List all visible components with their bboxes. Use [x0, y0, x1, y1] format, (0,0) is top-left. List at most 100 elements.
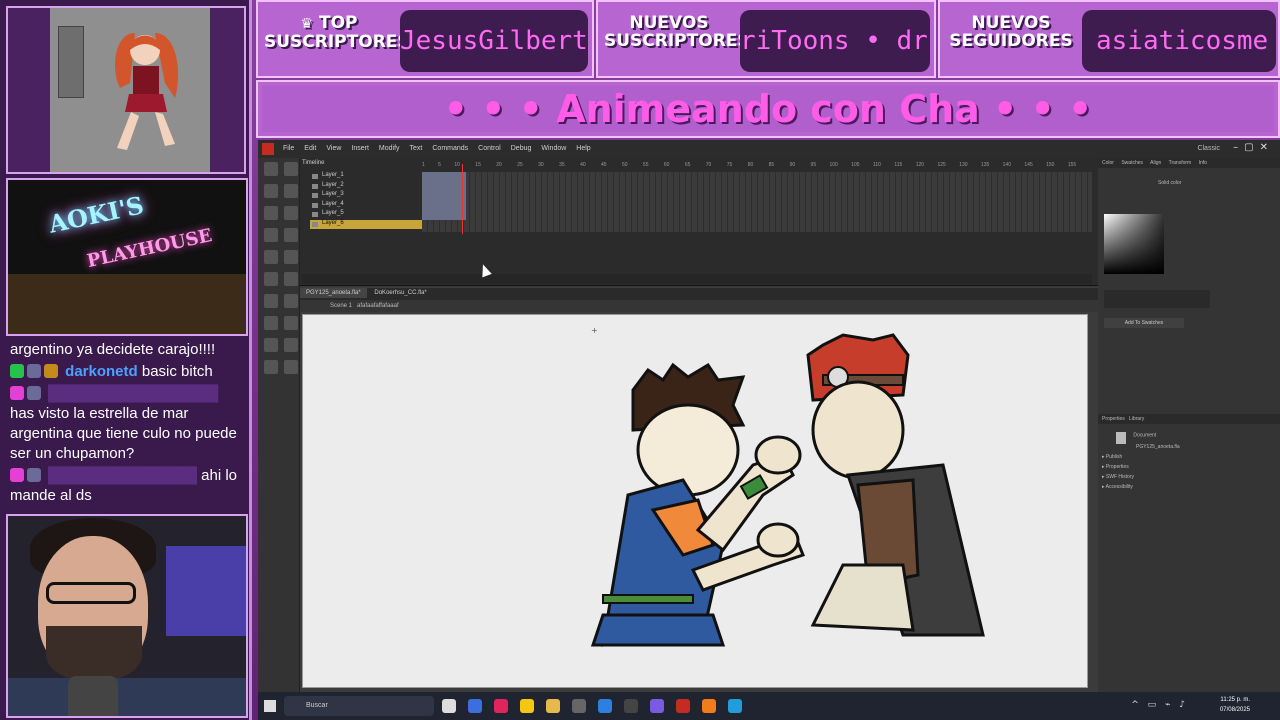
hand-tool-icon[interactable]: [264, 338, 278, 352]
app-icon[interactable]: [572, 699, 586, 713]
menu-view[interactable]: View: [321, 140, 346, 152]
timeline-controls[interactable]: [302, 274, 1092, 284]
bone-tool-icon[interactable]: [264, 294, 278, 308]
color-picker-field[interactable]: [1104, 214, 1164, 274]
taskbar-search[interactable]: Buscar: [284, 696, 434, 716]
lasso-tool-icon[interactable]: [264, 206, 278, 220]
ruler-tick: 30: [538, 162, 544, 168]
layer-row[interactable]: Layer_5: [310, 210, 422, 220]
section-properties[interactable]: ▸ Properties: [1098, 462, 1280, 472]
menu-edit[interactable]: Edit: [299, 140, 321, 152]
chat-username-hidden[interactable]: ████████████████: [48, 385, 219, 402]
section-swf-history[interactable]: ▸ SWF History: [1098, 472, 1280, 482]
rectangle-tool-icon[interactable]: [264, 250, 278, 264]
eraser-icon[interactable]: [284, 316, 298, 330]
add-to-swatches-button[interactable]: Add To Swatches: [1104, 318, 1184, 328]
keyframe-span[interactable]: [422, 172, 466, 220]
section-label: Properties: [1105, 464, 1129, 470]
app-icon[interactable]: [702, 699, 716, 713]
layer-row[interactable]: Layer_3: [310, 191, 422, 201]
gradient-tool-icon[interactable]: [284, 184, 298, 198]
menu-control[interactable]: Control: [473, 140, 506, 152]
tab-info[interactable]: Info: [1199, 160, 1207, 166]
menu-modify[interactable]: Modify: [374, 140, 405, 152]
ruler-tick: 40: [580, 162, 586, 168]
file-explorer-icon[interactable]: [546, 699, 560, 713]
document-tabs: PGY125_anoeta.fla* DoKoerhsu_CC.fla*: [300, 288, 1098, 300]
app-icon[interactable]: [598, 699, 612, 713]
workspace-selector[interactable]: Classic: [1197, 145, 1220, 152]
window-controls[interactable]: –▢✕: [1233, 142, 1274, 153]
edge-icon[interactable]: [728, 699, 742, 713]
ruler-tick: 110: [872, 162, 881, 168]
system-tray[interactable]: ^ ▭ ⌁ ♪: [1131, 700, 1188, 710]
tab-swatches[interactable]: Swatches: [1121, 160, 1143, 166]
line-tool-icon[interactable]: [284, 228, 298, 242]
ruler-tick: 130: [959, 162, 968, 168]
section-publish[interactable]: ▸ Publish: [1098, 452, 1280, 462]
stage-canvas[interactable]: +: [302, 314, 1088, 688]
chat-message: darkonetd basic bitch: [10, 362, 244, 382]
menu-debug[interactable]: Debug: [506, 140, 537, 152]
tab-library[interactable]: Library: [1129, 416, 1144, 422]
chat-username[interactable]: darkonetd: [65, 363, 138, 380]
layer-row[interactable]: Layer_4: [310, 201, 422, 211]
stroke-color-icon[interactable]: [264, 360, 278, 374]
fill-color-icon[interactable]: [284, 360, 298, 374]
color-type-select[interactable]: Solid color: [1158, 180, 1181, 186]
neon-sign-line1: AOKI'S: [46, 190, 147, 239]
layer-icon: [312, 193, 318, 198]
doc-tab[interactable]: DoKoerhsu_CC.fla*: [368, 288, 432, 298]
menu-text[interactable]: Text: [405, 140, 428, 152]
paint-bucket-icon[interactable]: [284, 294, 298, 308]
tab-properties[interactable]: Properties: [1102, 416, 1125, 422]
menu-commands[interactable]: Commands: [427, 140, 473, 152]
brush-tool-icon[interactable]: [284, 272, 298, 286]
eyedropper-icon[interactable]: [264, 316, 278, 330]
ruler-tick: 35: [559, 162, 565, 168]
selection-tool-icon[interactable]: [264, 162, 278, 176]
search-placeholder: Buscar: [306, 702, 328, 709]
zoom-tool-icon[interactable]: [284, 338, 298, 352]
start-button-icon[interactable]: [264, 700, 276, 712]
tab-transform[interactable]: Transform: [1169, 160, 1192, 166]
copilot-icon[interactable]: [468, 699, 482, 713]
text-tool-icon[interactable]: [264, 228, 278, 242]
new-followers-label: NUEVOS SEGUIDORES: [949, 13, 1073, 51]
chat-text: basic bitch: [141, 363, 213, 380]
notes-icon[interactable]: [520, 699, 534, 713]
frame-grid[interactable]: [422, 164, 1092, 234]
oval-tool-icon[interactable]: [284, 250, 298, 264]
layer-row[interactable]: Layer_1: [310, 172, 422, 182]
free-transform-icon[interactable]: [264, 184, 278, 198]
taskbar-clock[interactable]: 11:25 p. m. 07/08/2025: [1220, 695, 1250, 715]
menu-help[interactable]: Help: [571, 140, 595, 152]
section-accessibility[interactable]: ▸ Accessibility: [1098, 482, 1280, 492]
tab-align[interactable]: Align: [1150, 160, 1161, 166]
discord-icon[interactable]: [650, 699, 664, 713]
streamer-beard: [46, 626, 142, 682]
timeline-tab[interactable]: Timeline: [302, 160, 324, 166]
animate-icon[interactable]: [676, 699, 690, 713]
scene-label[interactable]: Scene 1: [330, 303, 352, 309]
menu-insert[interactable]: Insert: [346, 140, 374, 152]
menu-file[interactable]: File: [278, 140, 299, 152]
document-icon: [1116, 432, 1126, 444]
ruler-tick: 5: [438, 162, 441, 168]
task-view-icon[interactable]: [442, 699, 456, 713]
chat-username-hidden[interactable]: ██████████████: [48, 467, 197, 484]
obs-icon[interactable]: [624, 699, 638, 713]
playhead[interactable]: [462, 164, 463, 234]
tab-color[interactable]: Color: [1102, 160, 1114, 166]
symbol-label[interactable]: afafaafaffafaaaf: [357, 303, 399, 309]
tiktok-icon[interactable]: [494, 699, 508, 713]
sub-badge-icon: [27, 468, 41, 482]
layer-row-active[interactable]: Layer_6: [310, 219, 422, 229]
top-subscribers-ticker: JesusGilbert: [400, 10, 588, 72]
pencil-tool-icon[interactable]: [264, 272, 278, 286]
doc-tab-active[interactable]: PGY125_anoeta.fla*: [300, 288, 367, 298]
pen-tool-icon[interactable]: [284, 206, 298, 220]
menu-window[interactable]: Window: [536, 140, 571, 152]
layer-row[interactable]: Layer_2: [310, 182, 422, 192]
subselect-tool-icon[interactable]: [284, 162, 298, 176]
